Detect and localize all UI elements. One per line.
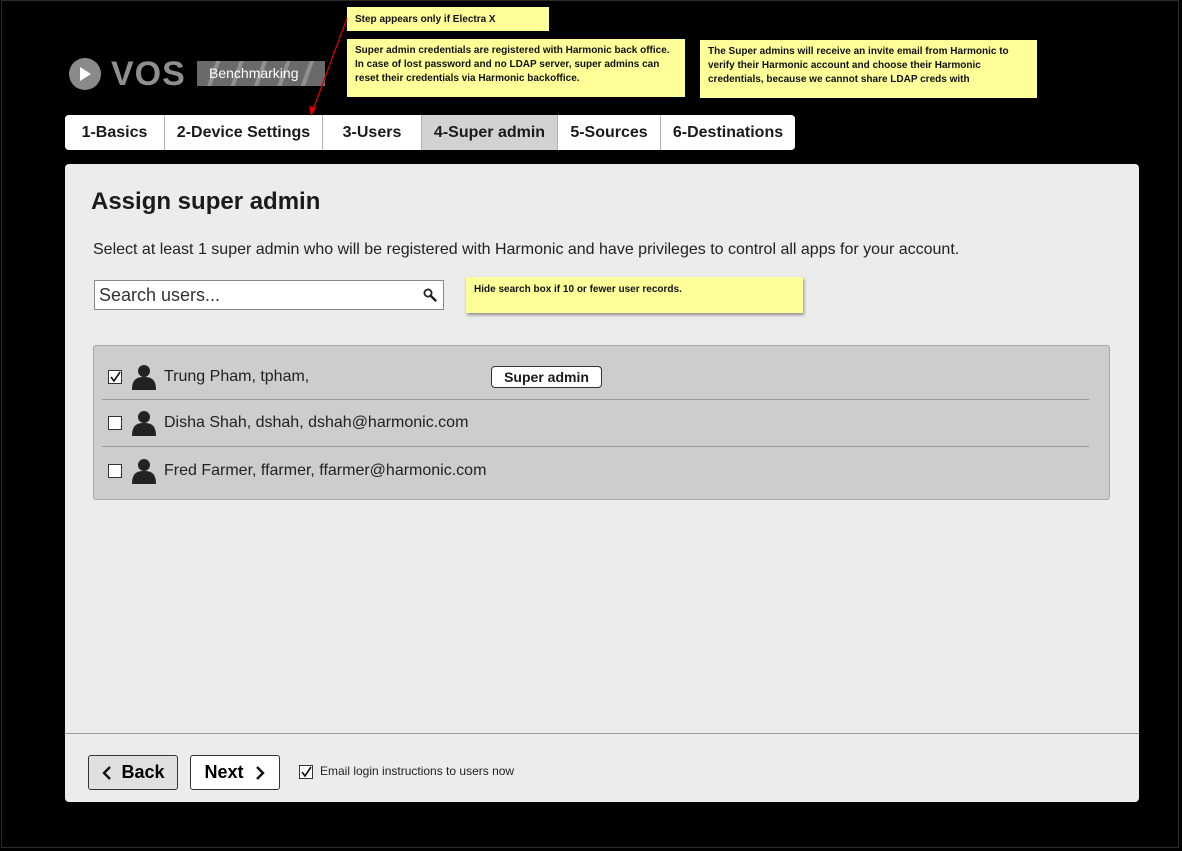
- note-invite-email: The Super admins will receive an invite …: [700, 40, 1037, 98]
- list-item: Trung Pham, tpham, Super admin: [94, 354, 1111, 400]
- tab-users[interactable]: 3-Users: [323, 115, 422, 150]
- search-icon[interactable]: [417, 288, 443, 302]
- main-panel: Assign super admin Select at least 1 sup…: [65, 164, 1139, 802]
- search-box: [94, 280, 444, 310]
- note-credentials: Super admin credentials are registered w…: [347, 39, 685, 97]
- list-item: Fred Farmer, ffarmer, ffarmer@harmonic.c…: [94, 448, 1111, 494]
- logo-subtitle: Benchmarking: [209, 65, 299, 81]
- tab-destinations[interactable]: 6-Destinations: [661, 115, 795, 150]
- user-avatar-icon: [132, 459, 156, 484]
- user-label: Fred Farmer, ffarmer, ffarmer@harmonic.c…: [164, 462, 487, 479]
- back-label: Back: [121, 762, 165, 782]
- wizard-tabs: 1-Basics 2-Device Settings 3-Users 4-Sup…: [65, 115, 795, 150]
- list-item: Disha Shah, dshah, dshah@harmonic.com: [94, 400, 1111, 446]
- note-search-hint: Hide search box if 10 or fewer user reco…: [466, 277, 803, 313]
- next-button[interactable]: Next: [190, 755, 280, 790]
- user-list: Trung Pham, tpham, Super admin Disha Sha…: [93, 345, 1110, 500]
- user-checkbox[interactable]: [108, 370, 122, 384]
- user-label: Disha Shah, dshah, dshah@harmonic.com: [164, 414, 469, 431]
- row-divider: [102, 446, 1089, 447]
- play-icon: [69, 58, 101, 90]
- page-description: Select at least 1 super admin who will b…: [93, 241, 960, 258]
- vos-logo: VOS Benchmarking: [69, 54, 325, 93]
- chevron-right-icon: [255, 765, 265, 780]
- user-checkbox[interactable]: [108, 416, 122, 430]
- user-avatar-icon: [132, 365, 156, 390]
- tab-basics[interactable]: 1-Basics: [65, 115, 165, 150]
- email-instructions-checkbox[interactable]: [299, 765, 313, 779]
- note-step-electra: Step appears only if Electra X: [347, 7, 549, 31]
- tab-sources[interactable]: 5-Sources: [558, 115, 661, 150]
- chevron-left-icon: [102, 765, 112, 780]
- search-input[interactable]: [95, 281, 417, 309]
- logo-name: VOS: [111, 54, 186, 93]
- page-title: Assign super admin: [91, 188, 321, 215]
- tab-super-admin[interactable]: 4-Super admin: [422, 115, 558, 150]
- email-instructions-label: Email login instructions to users now: [320, 764, 515, 778]
- next-label: Next: [204, 762, 244, 782]
- super-admin-badge[interactable]: Super admin: [491, 366, 602, 388]
- tab-device-settings[interactable]: 2-Device Settings: [165, 115, 323, 150]
- footer-divider: [65, 733, 1139, 734]
- user-checkbox[interactable]: [108, 464, 122, 478]
- back-button[interactable]: Back: [88, 755, 178, 790]
- user-avatar-icon: [132, 411, 156, 436]
- user-label: Trung Pham, tpham,: [164, 368, 310, 385]
